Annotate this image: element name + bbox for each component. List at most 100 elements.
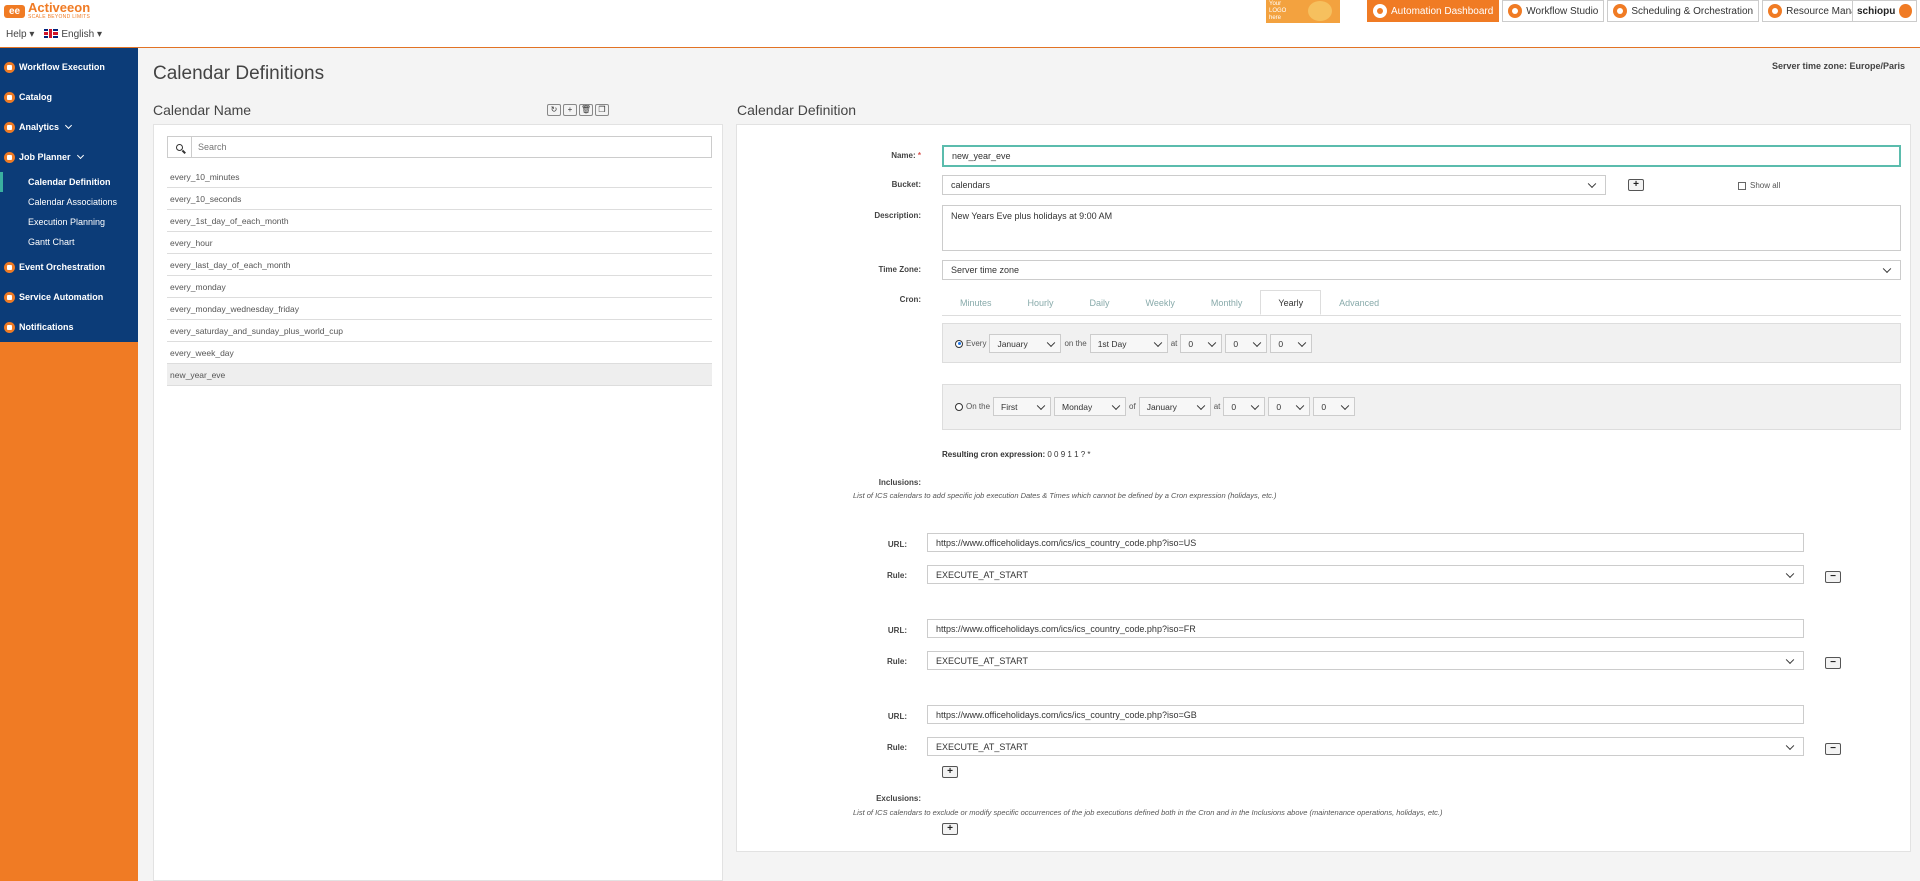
inclusion-url-field[interactable]: https://www.officeholidays.com/ics/ics_c… [927, 533, 1804, 552]
calendar-list-item[interactable]: every_week_day [167, 342, 712, 364]
inclusions-label: Inclusions: [878, 478, 921, 487]
calendar-list-item[interactable]: every_monday [167, 276, 712, 298]
search-input[interactable] [192, 137, 711, 157]
analytics-icon [4, 121, 15, 133]
onthe-month-select[interactable]: January [1138, 397, 1211, 416]
server-timezone: Server time zone: Europe/Paris [1771, 61, 1905, 71]
every-radio[interactable] [955, 339, 963, 348]
url-label: URL: [887, 540, 907, 549]
on-the-radio[interactable] [955, 402, 963, 411]
delete-icon[interactable]: 🗑 [579, 104, 593, 116]
inclusion-url-field[interactable]: https://www.officeholidays.com/ics/ics_c… [927, 705, 1804, 724]
url-label: URL: [887, 712, 907, 721]
every-hour-select[interactable]: 0 [1180, 334, 1223, 353]
calendar-list-item[interactable]: every_10_minutes [167, 166, 712, 188]
sidebar-sub-calendar-associations[interactable]: Calendar Associations [0, 192, 138, 212]
every-second-select[interactable]: 0 [1270, 334, 1313, 353]
tab-workflow-studio[interactable]: Workflow Studio [1502, 0, 1605, 22]
weekday-select[interactable]: Monday [1054, 397, 1127, 416]
sidebar-item-analytics[interactable]: Analytics [0, 112, 138, 142]
inclusion-rule-select[interactable]: EXECUTE_AT_START [927, 651, 1804, 670]
add-bucket-button[interactable]: + [1628, 179, 1644, 191]
inclusion-url-field[interactable]: https://www.officeholidays.com/ics/ics_c… [927, 619, 1804, 638]
user-menu[interactable]: schiopu [1852, 0, 1917, 22]
brand-tagline: SCALE BEYOND LIMITS [28, 14, 91, 20]
calendar-list-item[interactable]: every_10_seconds [167, 188, 712, 210]
every-month-select[interactable]: January [989, 334, 1062, 353]
catalog-icon [4, 91, 15, 103]
on-the-radio-label: On the [966, 402, 991, 411]
remove-inclusion-button[interactable]: − [1825, 571, 1841, 583]
inclusion-rule-select[interactable]: EXECUTE_AT_START [927, 565, 1804, 584]
sidebar-sub-calendar-definition[interactable]: Calendar Definition [0, 172, 138, 192]
tab-scheduling-orchestration[interactable]: Scheduling & Orchestration [1607, 0, 1760, 22]
ordinal-select[interactable]: First [993, 397, 1052, 416]
chevron-down-icon [1587, 179, 1597, 189]
search-box [167, 136, 712, 158]
show-all-checkbox[interactable] [1738, 182, 1746, 190]
name-field[interactable]: new_year_eve [942, 145, 1901, 167]
studio-icon [1508, 4, 1523, 18]
activeeon-logo[interactable]: ee Activeeon SCALE BEYOND LIMITS [4, 1, 91, 20]
sidebar-item-notifications[interactable]: Notifications [0, 312, 138, 342]
sidebar-sub-execution-planning[interactable]: Execution Planning [0, 212, 138, 232]
calendar-list-panel: every_10_minutesevery_10_secondsevery_1s… [153, 124, 723, 881]
user-avatar-icon [1899, 4, 1912, 18]
onthe-minute-select[interactable]: 0 [1268, 397, 1311, 416]
cron-label: Cron: [899, 295, 921, 304]
remove-inclusion-button[interactable]: − [1825, 657, 1841, 669]
sidebar-item-job-planner[interactable]: Job Planner [0, 142, 138, 172]
tab-yearly[interactable]: Yearly [1260, 290, 1322, 315]
calendar-list-item[interactable]: every_last_day_of_each_month [167, 254, 712, 276]
copy-icon[interactable]: ❐ [595, 104, 609, 116]
every-minute-select[interactable]: 0 [1225, 334, 1268, 353]
exclusions-note: List of ICS calendars to exclude or modi… [853, 808, 1443, 817]
tab-minutes[interactable]: Minutes [942, 290, 1010, 315]
show-all-label: Show all [1750, 181, 1781, 190]
tab-daily[interactable]: Daily [1072, 290, 1128, 315]
at-text: at [1213, 402, 1221, 411]
url-label: URL: [887, 626, 907, 635]
calendar-list-item[interactable]: every_saturday_and_sunday_plus_world_cup [167, 320, 712, 342]
scheduler-icon [1613, 4, 1628, 18]
yearly-every-option: Every January on the 1st Day at 0 0 0 [942, 323, 1901, 363]
bucket-select[interactable]: calendars [942, 175, 1606, 195]
bucket-label: Bucket: [891, 180, 921, 189]
help-menu[interactable]: Help ▾ [6, 29, 34, 40]
sidebar-item-event-orchestration[interactable]: Event Orchestration [0, 252, 138, 282]
calendar-list-item[interactable]: new_year_eve [167, 364, 712, 386]
sidebar-item-catalog[interactable]: Catalog [0, 82, 138, 112]
onthe-second-select[interactable]: 0 [1313, 397, 1356, 416]
page-title: Calendar Definitions [153, 63, 325, 84]
onthe-hour-select[interactable]: 0 [1223, 397, 1266, 416]
rule-label: Rule: [887, 743, 907, 752]
dashboard-icon [1373, 4, 1387, 18]
calendar-list-item[interactable]: every_hour [167, 232, 712, 254]
sidebar: Workflow Execution Catalog Analytics Job… [0, 48, 138, 881]
refresh-icon[interactable]: ↻ [547, 104, 561, 116]
uk-flag-icon [44, 29, 59, 38]
tab-hourly[interactable]: Hourly [1010, 290, 1072, 315]
language-menu[interactable]: English ▾ [44, 29, 102, 40]
description-textarea[interactable]: New Years Eve plus holidays at 9:00 AM [942, 205, 1901, 251]
sidebar-item-workflow-execution[interactable]: Workflow Execution [0, 52, 138, 82]
add-icon[interactable]: + [563, 104, 577, 116]
timezone-select[interactable]: Server time zone [942, 260, 1901, 280]
add-exclusion-button[interactable]: + [942, 823, 958, 835]
tab-weekly[interactable]: Weekly [1128, 290, 1193, 315]
calendar-list-item[interactable]: every_1st_day_of_each_month [167, 210, 712, 232]
sidebar-item-service-automation[interactable]: Service Automation [0, 282, 138, 312]
tab-advanced[interactable]: Advanced [1321, 290, 1397, 315]
inclusion-rule-select[interactable]: EXECUTE_AT_START [927, 737, 1804, 756]
workflow-execution-icon [4, 61, 15, 73]
calendar-definition-heading: Calendar Definition [737, 102, 857, 118]
service-automation-icon [4, 291, 15, 303]
at-text: at [1170, 339, 1178, 348]
add-inclusion-button[interactable]: + [942, 766, 958, 778]
sidebar-sub-gantt-chart[interactable]: Gantt Chart [0, 232, 138, 252]
remove-inclusion-button[interactable]: − [1825, 743, 1841, 755]
calendar-list-item[interactable]: every_monday_wednesday_friday [167, 298, 712, 320]
every-day-select[interactable]: 1st Day [1089, 334, 1168, 353]
tab-monthly[interactable]: Monthly [1193, 290, 1261, 315]
tab-automation-dashboard[interactable]: Automation Dashboard [1367, 0, 1500, 22]
